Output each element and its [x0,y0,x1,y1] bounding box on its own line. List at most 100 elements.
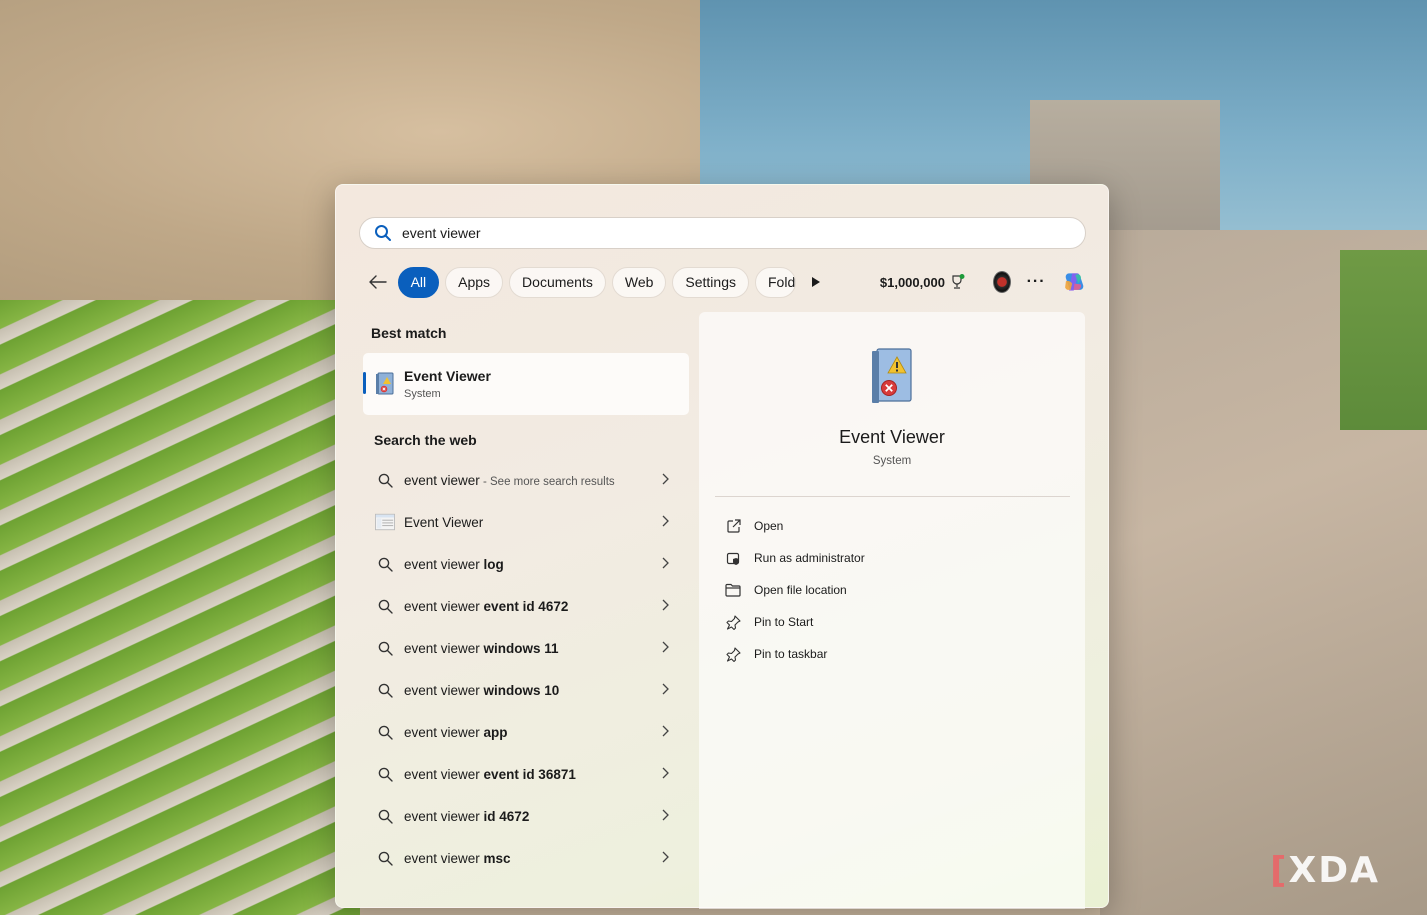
web-suggestion-3[interactable]: event viewer log [363,543,689,585]
open-action[interactable]: Open [725,510,865,542]
suggestion-text: event viewer [404,808,484,824]
filter-documents[interactable]: Documents [509,266,606,298]
search-input[interactable] [402,225,1062,241]
suggestion-text: event viewer [404,682,484,698]
filter-apps[interactable]: Apps [445,266,504,298]
chevron-right-icon [662,473,669,485]
event-viewer-icon [376,372,394,395]
suggestion-text: event viewer [404,598,484,614]
web-suggestion-8[interactable]: event viewer event id 36871 [363,753,689,795]
search-icon [378,641,393,656]
web-suggestion-2[interactable]: Event Viewer [363,501,689,543]
preview-pane: Event Viewer System Open Run as administ… [699,312,1085,909]
rewards-points-value: $1,000,000 [879,274,945,290]
preview-app-name: Event Viewer [839,427,945,447]
suggestion-bold: msc [483,850,511,866]
pin-to-taskbar-label: Pin to taskbar [754,647,828,661]
chevron-right-icon [662,557,669,569]
play-icon [811,277,820,287]
search-icon [378,683,393,698]
web-suggestion-10[interactable]: event viewer msc [363,837,689,879]
chevron-right-icon [662,515,669,527]
open-file-location-action[interactable]: Open file location [725,574,865,606]
run-as-admin-label: Run as administrator [754,551,865,565]
chevron-right-icon [662,809,669,821]
web-suggestion-5[interactable]: event viewer windows 11 [363,627,689,669]
open-external-icon [726,518,741,533]
suggestion-bold: app [483,724,508,740]
search-icon [378,725,393,740]
pin-to-taskbar-action[interactable]: Pin to taskbar [725,638,865,670]
xda-watermark: [XDA [1270,850,1380,891]
trophy-icon [952,274,965,289]
search-icon [378,599,393,614]
search-icon [378,767,393,782]
suggestion-bold: log [483,556,504,572]
chevron-right-icon [662,851,669,863]
chevron-right-icon [662,683,669,695]
chevron-right-icon [662,725,669,737]
web-suggestion-4[interactable]: event viewer event id 4672 [363,585,689,627]
suggestion-extra: - See more search results [479,475,615,488]
search-icon [375,225,391,241]
suggestion-text: event viewer [404,472,480,488]
run-as-admin-action[interactable]: Run as administrator [725,542,865,574]
more-filters-button[interactable] [806,266,826,298]
pin-icon [725,614,741,630]
event-viewer-large-icon [872,348,912,403]
web-suggestion-1[interactable]: event viewer - See more search results [363,459,689,501]
suggestion-bold: windows 11 [483,640,559,656]
copilot-icon[interactable] [1062,267,1085,297]
wallpaper-greenery [1340,250,1427,430]
search-icon [378,473,393,488]
search-icon [378,809,393,824]
suggestion-text: event viewer [404,724,484,740]
best-match-name: Event Viewer [404,368,491,384]
search-box[interactable] [359,217,1086,249]
rewards-points[interactable]: $1,000,000 [880,274,965,290]
arrow-left-icon [369,275,387,289]
pin-to-start-label: Pin to Start [754,615,814,629]
shield-admin-icon [726,552,739,565]
search-web-heading: Search the web [374,432,477,448]
search-panel: All Apps Documents Web Settings Folde $1… [335,184,1109,909]
wallpaper-grass-terraces [0,300,360,915]
pin-icon [725,646,741,662]
xda-watermark-text: XDA [1288,850,1380,891]
folder-icon [725,583,741,597]
web-suggestion-6[interactable]: event viewer windows 10 [363,669,689,711]
suggestion-text: event viewer [404,766,484,782]
suggestion-text: event viewer [404,850,484,866]
back-button[interactable] [365,266,392,298]
best-match-type: System [404,388,441,400]
suggestion-text: event viewer [404,640,484,656]
profile-avatar[interactable] [992,271,1011,293]
best-match-heading: Best match [371,325,447,341]
open-file-location-label: Open file location [754,583,847,597]
selection-indicator [363,372,366,394]
chevron-right-icon [662,599,669,611]
preview-actions: Open Run as administrator Open file loca… [725,510,865,670]
pin-to-start-action[interactable]: Pin to Start [725,606,865,638]
event-viewer-thumbnail-icon [375,513,395,531]
best-match-item[interactable]: Event Viewer System [363,353,689,415]
chevron-right-icon [662,767,669,779]
chevron-right-icon [662,641,669,653]
open-action-label: Open [754,519,784,533]
web-suggestion-7[interactable]: event viewer app [363,711,689,753]
search-icon [378,557,393,572]
preview-app-type: System [872,455,912,467]
suggestion-bold: event id 4672 [483,598,569,614]
more-options-button[interactable]: ··· [1027,273,1046,291]
suggestion-bold: event id 36871 [483,766,576,782]
filter-web[interactable]: Web [611,266,667,298]
suggestion-text: event viewer [404,556,484,572]
search-icon [378,851,393,866]
filter-settings[interactable]: Settings [672,266,749,298]
filter-all[interactable]: All [397,266,440,298]
web-suggestions: event viewer - See more search results E… [363,459,689,879]
suggestion-bold: id 4672 [483,808,530,824]
filter-folders[interactable]: Folde [755,266,796,298]
filter-bar: All Apps Documents Web Settings Folde $1… [365,266,1085,298]
web-suggestion-9[interactable]: event viewer id 4672 [363,795,689,837]
